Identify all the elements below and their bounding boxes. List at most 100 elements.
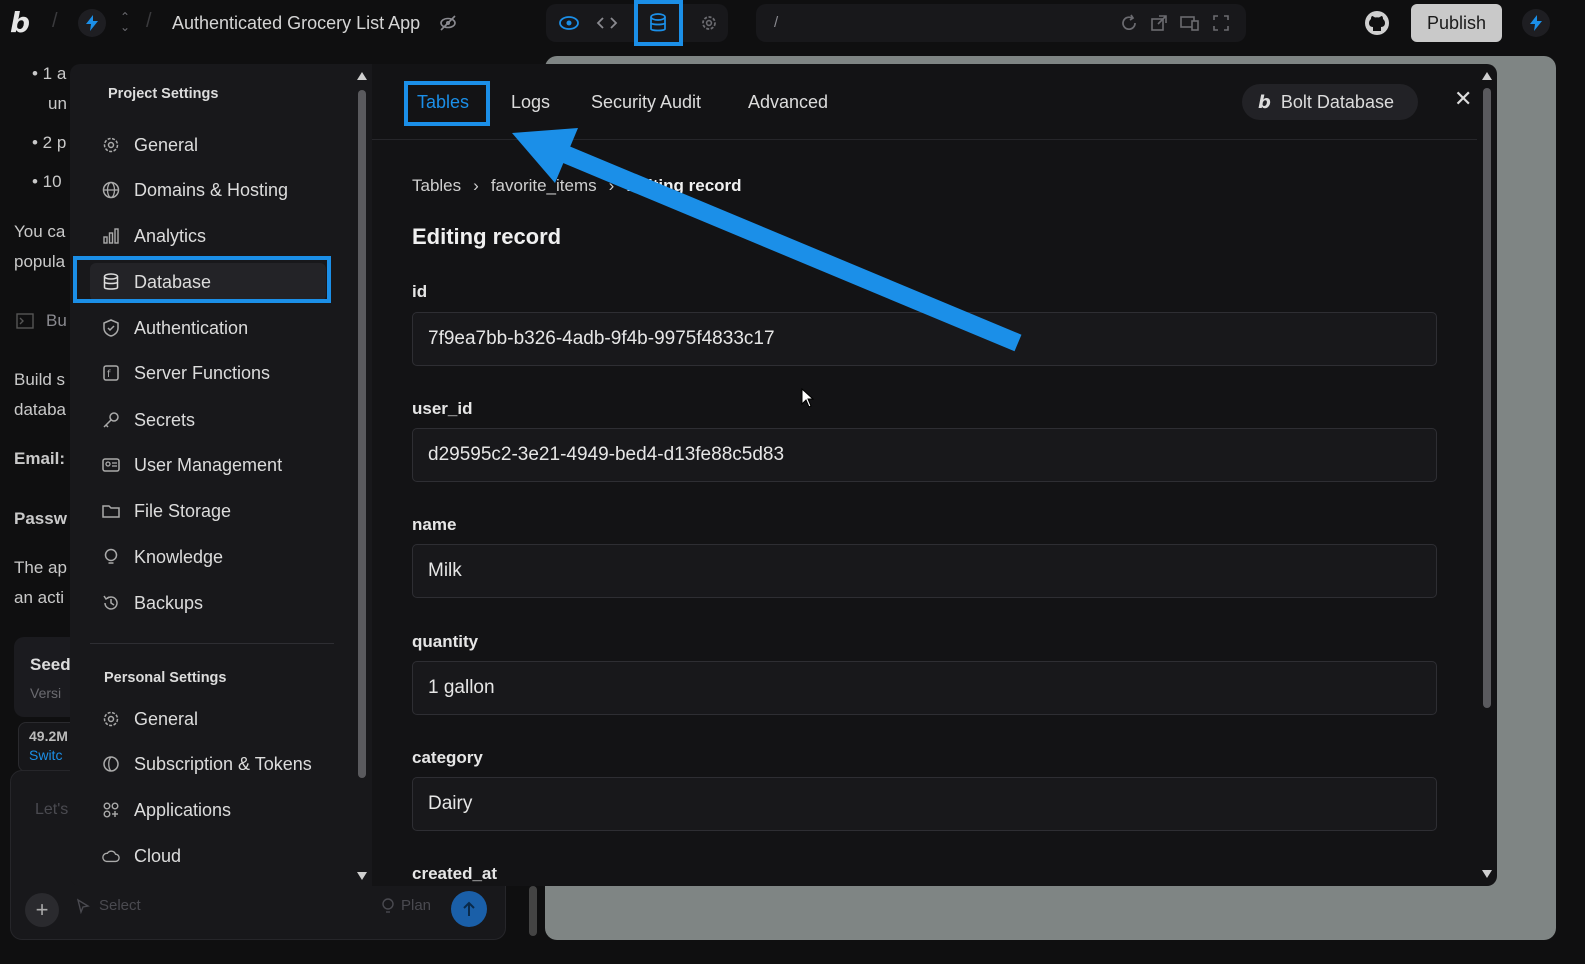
field-label-user-id: user_id xyxy=(412,399,473,418)
sidebar-item-general[interactable]: General xyxy=(90,126,326,164)
url-path: / xyxy=(774,14,779,31)
sidebar-item-cloud[interactable]: Cloud xyxy=(90,837,326,875)
chevron-right-icon: › xyxy=(473,176,479,195)
tables-tab-highlight xyxy=(404,81,490,126)
field-name-input[interactable] xyxy=(412,544,1437,598)
project-title[interactable]: Authenticated Grocery List App xyxy=(172,13,420,34)
version-subtitle: Versi xyxy=(30,685,62,701)
select-button[interactable]: Select xyxy=(75,897,141,914)
tab-security-audit[interactable]: Security Audit xyxy=(591,92,701,113)
sidebar-item-domains[interactable]: Domains & Hosting xyxy=(90,171,326,209)
bolt-database-label: Bolt Database xyxy=(1280,91,1394,112)
send-button[interactable] xyxy=(451,891,487,927)
lightbulb-icon xyxy=(102,548,120,566)
panel-scroll-thumb[interactable] xyxy=(1483,88,1491,708)
gear-icon xyxy=(102,136,120,154)
settings-button[interactable] xyxy=(694,8,724,38)
gear-icon xyxy=(102,710,120,728)
sidebar-item-label: General xyxy=(134,708,199,729)
sidebar-item-label: Applications xyxy=(134,799,232,820)
add-attachment-button[interactable]: + xyxy=(25,893,59,927)
breadcrumb-current: Editing record xyxy=(626,176,742,195)
sidebar-scroll-thumb[interactable] xyxy=(358,90,366,778)
plan-button[interactable]: Plan xyxy=(381,897,431,914)
refresh-icon[interactable] xyxy=(1120,14,1138,32)
chat-text: an acti xyxy=(14,588,65,607)
plan-label: Plan xyxy=(401,897,432,914)
bar-chart-icon xyxy=(102,227,120,245)
close-icon[interactable]: ✕ xyxy=(1454,86,1472,112)
separator: / xyxy=(52,10,58,32)
sidebar-item-file-storage[interactable]: File Storage xyxy=(90,492,326,530)
tabs-bar: Tables Logs Security Audit Advanced b Bo… xyxy=(372,64,1477,140)
sidebar-scrollbar[interactable] xyxy=(355,66,369,886)
scroll-down-icon[interactable] xyxy=(1480,868,1494,880)
project-settings-heading: Project Settings xyxy=(108,86,219,102)
sidebar-divider xyxy=(90,643,334,644)
sidebar-item-user-management[interactable]: User Management xyxy=(90,446,326,484)
breadcrumb-table-name[interactable]: favorite_items xyxy=(491,176,597,196)
settings-sidebar: Project Settings General Domains & Hosti… xyxy=(70,64,374,886)
sidebar-item-backups[interactable]: Backups xyxy=(90,584,326,622)
chat-text: popula xyxy=(14,252,66,271)
sidebar-item-authentication[interactable]: Authentication xyxy=(90,309,326,347)
id-card-icon xyxy=(102,456,120,474)
field-user-id-input[interactable] xyxy=(412,428,1437,482)
chat-input-placeholder: Let's xyxy=(35,801,69,818)
chat-artifact-label: Bu xyxy=(46,311,67,330)
scroll-up-icon[interactable] xyxy=(355,70,369,82)
bolt-account-button[interactable] xyxy=(1522,9,1550,37)
terminal-icon xyxy=(16,313,34,329)
mouse-cursor-icon xyxy=(801,388,815,408)
field-category-input[interactable] xyxy=(412,777,1437,831)
github-icon[interactable] xyxy=(1364,10,1390,36)
sidebar-item-personal-general[interactable]: General xyxy=(90,700,326,738)
chat-artifact[interactable]: Bu xyxy=(16,311,67,331)
lightning-icon xyxy=(1530,15,1542,31)
external-link-icon[interactable] xyxy=(1150,14,1168,32)
bolt-logo[interactable]: b xyxy=(10,6,30,39)
field-quantity-input[interactable] xyxy=(412,661,1437,715)
sidebar-item-secrets[interactable]: Secrets xyxy=(90,401,326,439)
function-icon: f xyxy=(102,364,120,382)
top-bar: b / ⌃ ⌄ / Authenticated Grocery List App … xyxy=(0,0,1585,47)
breadcrumb-tables[interactable]: Tables xyxy=(412,176,461,196)
sidebar-item-applications[interactable]: Applications xyxy=(90,791,326,829)
chevron-updown-icon[interactable]: ⌃ ⌄ xyxy=(120,11,130,33)
scroll-down-icon[interactable] xyxy=(355,870,369,882)
sidebar-item-label: Knowledge xyxy=(134,546,224,567)
chat-text: • 10 xyxy=(32,172,62,191)
eye-off-icon[interactable] xyxy=(439,14,457,32)
sidebar-item-label: Cloud xyxy=(134,845,182,866)
bolt-menu-button[interactable] xyxy=(78,9,106,37)
publish-button[interactable]: Publish xyxy=(1411,4,1502,42)
sidebar-item-analytics[interactable]: Analytics xyxy=(90,217,326,255)
tab-logs[interactable]: Logs xyxy=(511,92,550,113)
preview-button[interactable] xyxy=(554,8,584,38)
chat-text: You ca xyxy=(14,222,66,241)
fullscreen-icon[interactable] xyxy=(1212,14,1230,32)
sidebar-item-server-functions[interactable]: f Server Functions xyxy=(90,354,326,392)
lightbulb-icon xyxy=(382,897,394,913)
globe-icon xyxy=(102,181,120,199)
field-label-name: name xyxy=(412,515,457,534)
sidebar-item-knowledge[interactable]: Knowledge xyxy=(90,538,326,576)
scroll-up-icon[interactable] xyxy=(1480,70,1494,82)
apps-icon xyxy=(102,801,120,819)
token-icon xyxy=(102,755,120,773)
size-value: 49.2M xyxy=(29,728,68,744)
field-id-input[interactable] xyxy=(412,312,1437,366)
url-bar[interactable]: / xyxy=(756,4,1246,42)
tab-advanced[interactable]: Advanced xyxy=(748,92,828,113)
bolt-database-button[interactable]: b Bolt Database xyxy=(1242,84,1418,120)
key-icon xyxy=(102,411,120,429)
devices-icon[interactable] xyxy=(1180,14,1200,32)
cloud-icon xyxy=(102,847,120,865)
chevron-right-icon: › xyxy=(608,176,615,195)
sidebar-item-subscription[interactable]: Subscription & Tokens xyxy=(90,745,326,783)
code-button[interactable] xyxy=(592,8,622,38)
switch-link[interactable]: Switc xyxy=(29,747,62,763)
panel-scrollbar[interactable] xyxy=(1480,68,1494,882)
eye-icon xyxy=(559,16,579,30)
code-icon xyxy=(596,17,618,29)
